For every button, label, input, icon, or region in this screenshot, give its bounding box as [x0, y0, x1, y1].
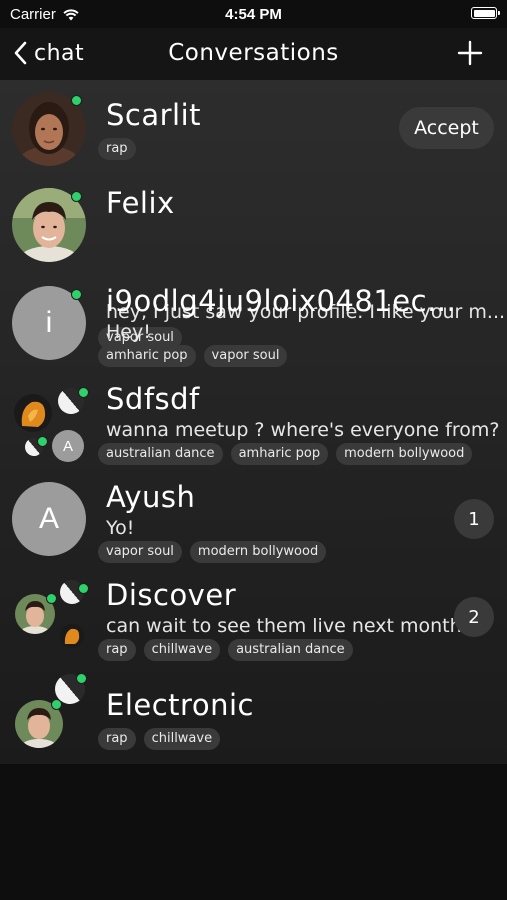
- online-indicator: [71, 191, 82, 202]
- accept-button[interactable]: Accept: [399, 107, 494, 149]
- group-member-avatar: [60, 624, 84, 648]
- genre-tags: amharic pop vapor soul: [98, 345, 288, 367]
- genre-tags: vapor soul modern bollywood: [98, 541, 327, 563]
- back-button[interactable]: chat: [14, 36, 84, 70]
- avatar: A: [12, 482, 86, 556]
- last-message: wanna meetup ? where's everyone from?: [106, 419, 500, 441]
- genre-tag: amharic pop: [98, 345, 196, 367]
- online-indicator: [71, 95, 82, 106]
- chevron-left-icon: [14, 41, 27, 65]
- unread-count-badge: 2: [454, 597, 494, 637]
- genre-tag: amharic pop: [230, 443, 329, 465]
- genre-tag: chillwave: [143, 639, 221, 661]
- conversation-row-i9odlg[interactable]: i i9odlg4ju9loix0481ec... Hey! amharic p…: [0, 276, 507, 374]
- conversation-row-ayush[interactable]: A Ayush Yo! vapor soul modern bollywood …: [0, 472, 507, 570]
- conversation-row-discover[interactable]: Discover can wait to see them live next …: [0, 570, 507, 668]
- genre-tags: australian dance amharic pop modern boll…: [98, 443, 473, 465]
- genre-tag: vapor soul: [98, 541, 182, 563]
- genre-tag: modern bollywood: [189, 541, 327, 563]
- online-indicator: [78, 387, 89, 398]
- unread-count-badge: 1: [454, 499, 494, 539]
- genre-tag: chillwave: [143, 728, 221, 750]
- online-indicator: [71, 289, 82, 300]
- genre-tag: rap: [98, 728, 136, 750]
- status-bar: Carrier 4:54 PM: [0, 0, 507, 28]
- last-message: Yo!: [106, 517, 135, 539]
- online-indicator: [46, 593, 57, 604]
- new-conversation-button[interactable]: [453, 36, 487, 70]
- clock: 4:54 PM: [225, 6, 282, 23]
- genre-tag: rap: [98, 138, 136, 160]
- conversation-name: Electronic: [106, 688, 254, 722]
- conversation-name: Scarlit: [106, 98, 202, 132]
- conversation-name: Ayush: [106, 480, 196, 514]
- genre-tags: rap chillwave australian dance: [98, 639, 353, 661]
- conversation-row-sdfsdf[interactable]: A Sdfsdf wanna meetup ? where's everyone…: [0, 374, 507, 472]
- battery-icon: [471, 7, 500, 19]
- plus-icon: [457, 40, 483, 66]
- conversation-list: Scarlit rap Accept Felix hey, I just saw…: [0, 80, 507, 764]
- conversation-name: Sdfsdf: [106, 382, 200, 416]
- genre-tag: vapor soul: [203, 345, 288, 367]
- online-indicator: [76, 673, 87, 684]
- online-indicator: [37, 436, 48, 447]
- genre-tags: rap chillwave: [98, 728, 221, 750]
- conversation-row-electronic[interactable]: Electronic rap chillwave: [0, 667, 507, 764]
- group-member-avatar: [14, 394, 52, 432]
- navigation-bar: chat Conversations: [0, 28, 507, 80]
- genre-tag: australian dance: [98, 443, 223, 465]
- group-member-avatar: A: [52, 430, 84, 462]
- online-indicator: [78, 583, 89, 594]
- genre-tags: rap: [98, 138, 136, 160]
- conversation-name: Discover: [106, 578, 237, 612]
- conversation-name: Felix: [106, 186, 175, 220]
- last-message: Hey!: [106, 321, 151, 343]
- back-label: chat: [34, 40, 85, 66]
- genre-tag: rap: [98, 639, 136, 661]
- conversation-name: i9odlg4ju9loix0481ec...: [106, 284, 457, 318]
- last-message: can wait to see them live next month!: [106, 615, 470, 637]
- genre-tag: modern bollywood: [336, 443, 473, 465]
- conversation-row-scarlit[interactable]: Scarlit rap Accept: [0, 80, 507, 178]
- conversation-row-felix[interactable]: Felix hey, I just saw your profile. I li…: [0, 178, 507, 349]
- genre-tag: australian dance: [228, 639, 353, 661]
